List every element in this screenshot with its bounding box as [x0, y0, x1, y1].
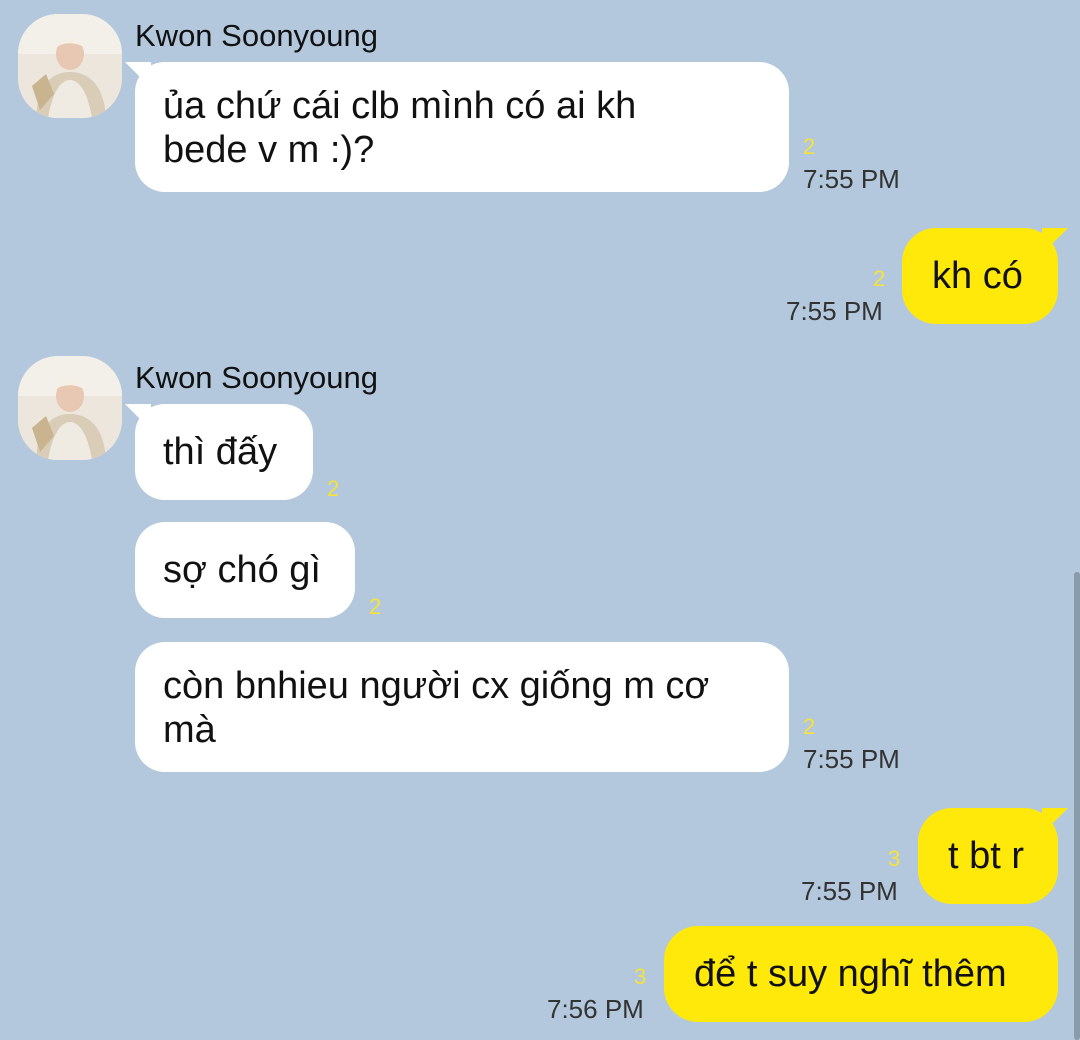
sender-name: Kwon Soonyoung	[135, 18, 379, 53]
message-time: 7:55 PM	[803, 164, 900, 194]
unread-count: 2	[803, 714, 816, 739]
avatar-photo-icon	[18, 356, 122, 460]
avatar[interactable]	[18, 356, 122, 460]
message-time: 7:56 PM	[547, 994, 644, 1024]
message-text: còn bnhieu người cx giống m cơ mà	[163, 665, 710, 751]
message-bubble[interactable]: để t suy nghĩ thêm	[664, 926, 1058, 1022]
message-bubble[interactable]: còn bnhieu người cx giống m cơ mà	[135, 642, 789, 772]
message-time: 7:55 PM	[803, 744, 900, 774]
unread-count: 2	[327, 476, 340, 501]
scrollbar[interactable]	[1074, 572, 1080, 1040]
message-bubble[interactable]: thì đấy	[135, 404, 313, 500]
message-text: thì đấy	[163, 431, 278, 473]
message-time: 7:55 PM	[786, 296, 883, 326]
message-bubble[interactable]: t bt r	[918, 808, 1058, 904]
unread-count: 2	[873, 266, 886, 291]
chat-area: Kwon Soonyoung ủa chứ cái clb mình có ai…	[0, 0, 1080, 1040]
message-time: 7:55 PM	[801, 876, 898, 906]
unread-count: 2	[369, 594, 382, 619]
unread-count: 3	[634, 964, 647, 989]
message-bubble[interactable]: sợ chó gì	[135, 522, 355, 618]
unread-count: 2	[803, 134, 816, 159]
sender-name: Kwon Soonyoung	[135, 360, 379, 395]
avatar-photo-icon	[18, 14, 122, 118]
message-text: sợ chó gì	[163, 549, 321, 591]
avatar[interactable]	[18, 14, 122, 118]
message-text: để t suy nghĩ thêm	[694, 953, 1007, 995]
message-bubble[interactable]: ủa chứ cái clb mình có ai kh bede v m :)…	[135, 62, 789, 192]
message-text: kh có	[932, 255, 1023, 297]
message-text: ủa chứ cái clb mình có ai kh bede v m :)…	[163, 85, 637, 171]
message-text: t bt r	[948, 835, 1025, 877]
message-bubble[interactable]: kh có	[902, 228, 1058, 324]
unread-count: 3	[888, 846, 901, 871]
